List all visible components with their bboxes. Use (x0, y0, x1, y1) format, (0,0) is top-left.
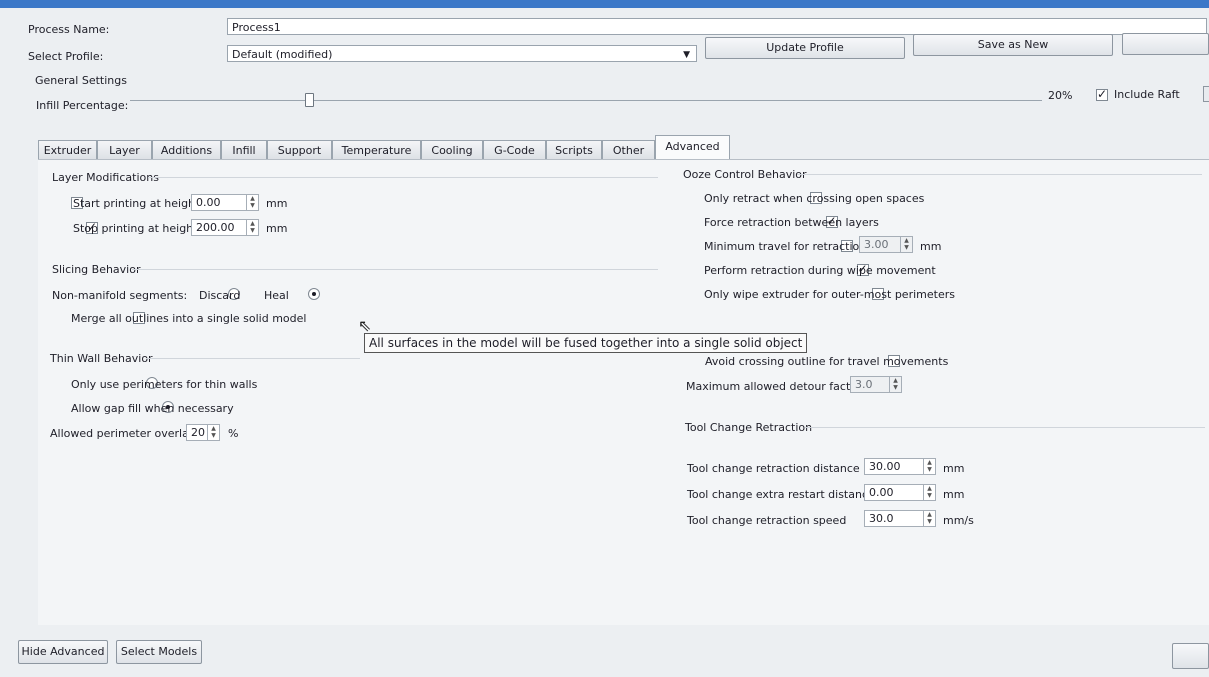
start-printing-label: Start printing at height (73, 197, 200, 210)
min-travel-value: 3.00 (864, 238, 889, 251)
allow-gap-label: Allow gap fill when necessary (71, 402, 234, 415)
tool-retraction-speed-unit: mm/s (943, 514, 974, 527)
infill-percentage-label: Infill Percentage: (36, 99, 129, 112)
thin-wall-title: Thin Wall Behavior (50, 352, 153, 365)
stop-printing-label: Stop printing at height (73, 222, 198, 235)
spin-arrows-icon[interactable]: ▲ ▼ (923, 485, 935, 500)
perimeter-overlap-label: Allowed perimeter overlap (50, 427, 196, 440)
tool-retraction-distance-label: Tool change retraction distance (687, 462, 860, 475)
stop-height-value: 200.00 (196, 221, 235, 234)
spin-arrows-icon[interactable]: ▲ ▼ (246, 195, 258, 210)
infill-percentage-value: 20% (1048, 89, 1073, 102)
tool-retraction-speed-value: 30.0 (869, 512, 894, 525)
merge-tooltip: All surfaces in the model will be fused … (364, 333, 808, 353)
spin-arrows-icon[interactable]: ▲ ▼ (923, 459, 935, 474)
spin-arrows-icon[interactable]: ▲ ▼ (900, 237, 912, 252)
select-models-button[interactable]: Select Models (116, 640, 202, 664)
tool-extra-restart-value: 0.00 (869, 486, 894, 499)
profile-select-value: Default (modified) (232, 48, 333, 61)
tab-layer[interactable]: Layer (97, 140, 152, 159)
profile-select[interactable]: Default (modified) ▼ (227, 45, 697, 62)
tool-retraction-speed-label: Tool change retraction speed (687, 514, 847, 527)
group-divider (797, 174, 1202, 175)
min-travel-stepper[interactable]: 3.00 ▲ ▼ (859, 236, 913, 253)
hide-advanced-button[interactable]: Hide Advanced (18, 640, 108, 664)
chevron-down-icon: ▼ (683, 50, 690, 60)
wipe-retraction-label: Perform retraction during wipe movement (704, 264, 936, 277)
tab-other[interactable]: Other (602, 140, 655, 159)
extra-button[interactable] (1122, 33, 1209, 55)
detour-factor-stepper[interactable]: 3.0 ▲ ▼ (850, 376, 902, 393)
group-divider (148, 177, 658, 178)
window-title-bar (0, 0, 1209, 8)
discard-label: Discard (199, 289, 241, 302)
start-height-value: 0.00 (196, 196, 221, 209)
edge-control[interactable] (1203, 86, 1209, 102)
heal-radio[interactable] (308, 288, 320, 300)
nonmanifold-label: Non-manifold segments: (52, 289, 188, 302)
tab-cooling[interactable]: Cooling (421, 140, 483, 159)
tab-additions[interactable]: Additions (152, 140, 221, 159)
stop-height-stepper[interactable]: 200.00 ▲ ▼ (191, 219, 259, 236)
stop-height-unit: mm (266, 222, 288, 235)
heal-label: Heal (264, 289, 289, 302)
tab-temperature[interactable]: Temperature (332, 140, 421, 159)
spin-arrows-icon[interactable]: ▲ ▼ (889, 377, 901, 392)
spin-arrows-icon[interactable]: ▲ ▼ (207, 425, 219, 440)
force-retraction-label: Force retraction between layers (704, 216, 879, 229)
infill-slider-thumb[interactable] (304, 93, 314, 107)
infill-slider-track[interactable] (130, 100, 1042, 101)
tool-extra-restart-unit: mm (943, 488, 965, 501)
tool-retraction-speed-stepper[interactable]: 30.0 ▲ ▼ (864, 510, 936, 527)
spin-arrows-icon[interactable]: ▲ ▼ (923, 511, 935, 526)
tab-support[interactable]: Support (267, 140, 332, 159)
perimeter-overlap-unit: % (228, 427, 239, 440)
start-height-stepper[interactable]: 0.00 ▲ ▼ (191, 194, 259, 211)
tab-gcode[interactable]: G-Code (483, 140, 546, 159)
layer-modifications-title: Layer Modifications (52, 171, 159, 184)
tab-scripts[interactable]: Scripts (546, 140, 602, 159)
tab-infill[interactable]: Infill (221, 140, 267, 159)
tool-extra-restart-stepper[interactable]: 0.00 ▲ ▼ (864, 484, 936, 501)
include-raft-checkbox[interactable] (1096, 87, 1108, 101)
tool-extra-restart-label: Tool change extra restart distance (687, 488, 875, 501)
process-name-input[interactable]: Process1 (227, 18, 1207, 35)
group-divider (132, 269, 658, 270)
spin-arrows-icon[interactable]: ▲ ▼ (246, 220, 258, 235)
detour-factor-value: 3.0 (855, 378, 873, 391)
start-height-unit: mm (266, 197, 288, 210)
ooze-control-title: Ooze Control Behavior (683, 168, 807, 181)
only-retract-label: Only retract when crossing open spaces (704, 192, 925, 205)
tab-extruder[interactable]: Extruder (38, 140, 97, 159)
group-divider (805, 427, 1205, 428)
perimeter-overlap-value: 20 (191, 426, 205, 439)
update-profile-button[interactable]: Update Profile (705, 37, 905, 59)
tool-retraction-distance-stepper[interactable]: 30.00 ▲ ▼ (864, 458, 936, 475)
group-divider (146, 358, 360, 359)
include-raft-label: Include Raft (1114, 88, 1180, 101)
select-profile-label: Select Profile: (28, 50, 104, 63)
only-wipe-label: Only wipe extruder for outer-most perime… (704, 288, 955, 301)
avoid-crossing-label: Avoid crossing outline for travel moveme… (705, 355, 949, 368)
process-name-label: Process Name: (28, 23, 110, 36)
perimeter-overlap-stepper[interactable]: 20 ▲ ▼ (186, 424, 220, 441)
save-as-new-button[interactable]: Save as New (913, 34, 1113, 56)
tool-retraction-distance-unit: mm (943, 462, 965, 475)
min-travel-unit: mm (920, 240, 942, 253)
only-perimeters-label: Only use perimeters for thin walls (71, 378, 258, 391)
tool-change-title: Tool Change Retraction (685, 421, 813, 434)
general-settings-label: General Settings (35, 74, 127, 87)
tool-retraction-distance-value: 30.00 (869, 460, 901, 473)
merge-outlines-label: Merge all outlines into a single solid m… (71, 312, 307, 325)
ok-button-partial[interactable] (1172, 643, 1209, 669)
tab-advanced[interactable]: Advanced (655, 135, 730, 160)
min-travel-label: Minimum travel for retraction (704, 240, 867, 253)
slicing-behavior-title: Slicing Behavior (52, 263, 141, 276)
detour-factor-label: Maximum allowed detour factor (686, 380, 862, 393)
